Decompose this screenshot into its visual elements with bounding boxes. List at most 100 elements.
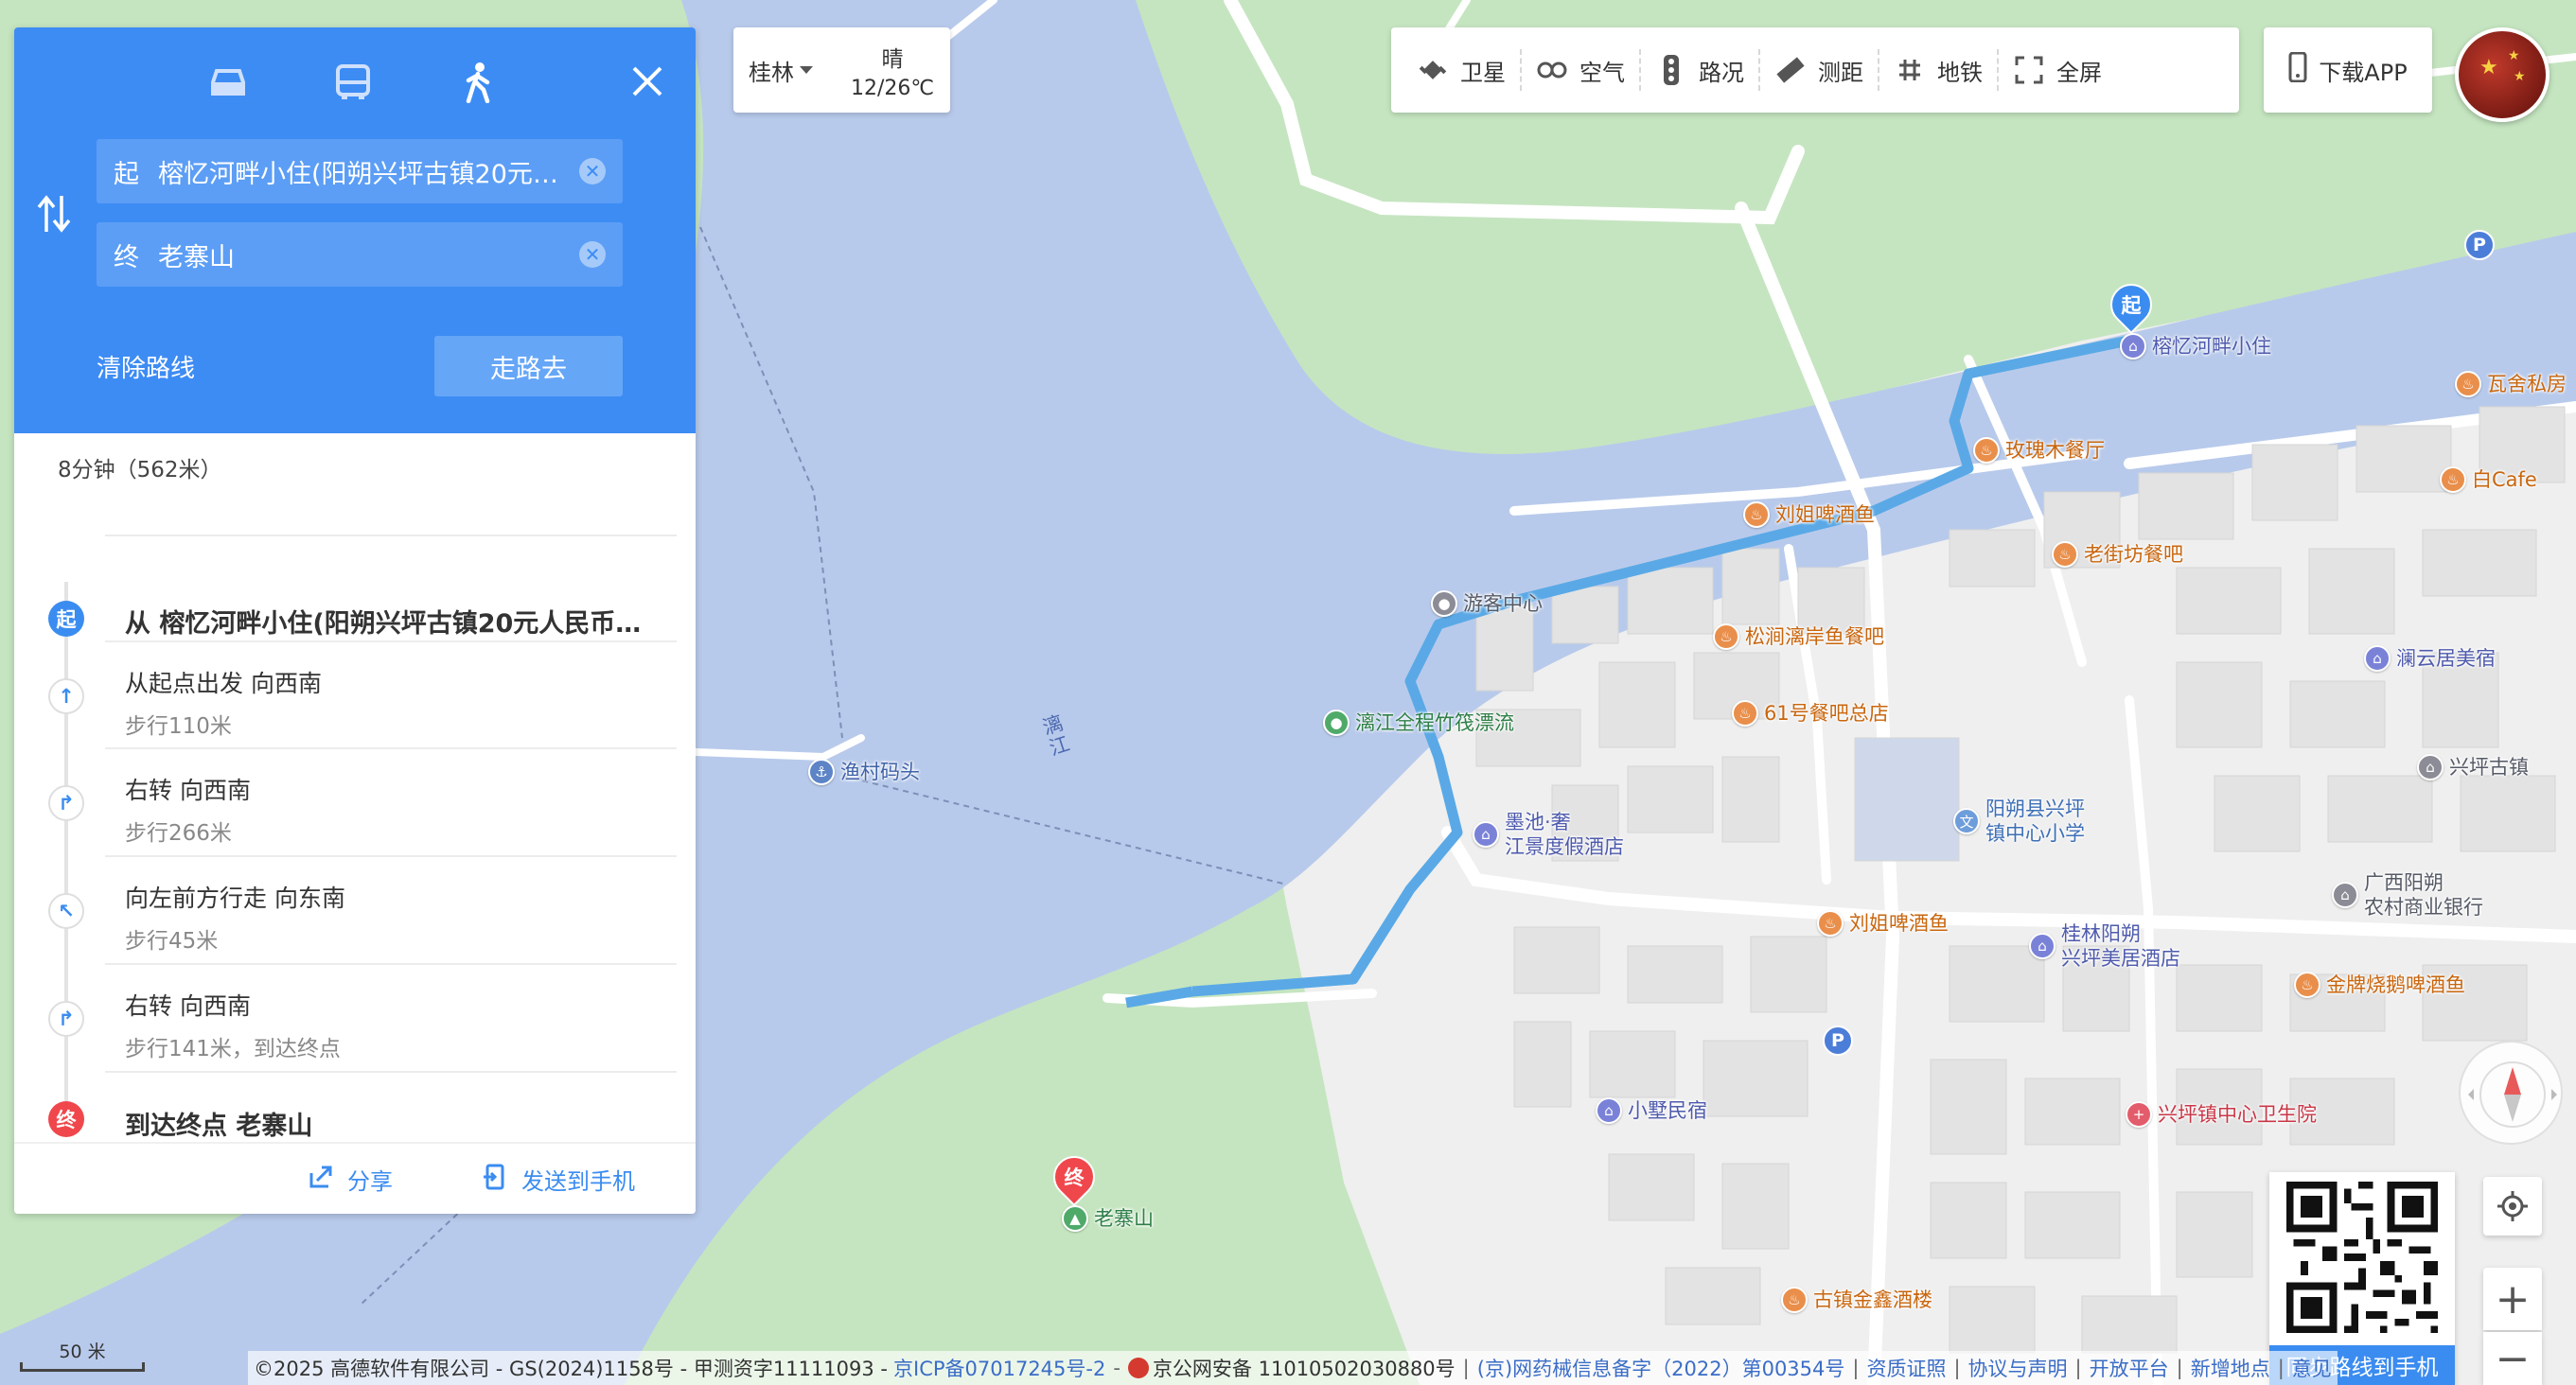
poi-label: 阳朔县兴坪 镇中心小学 xyxy=(1985,798,2085,845)
poi-label: 渔村码头 xyxy=(840,761,920,783)
step-distance: 步行45米 xyxy=(125,929,219,954)
hotel-icon: ⌂ xyxy=(1596,1097,1622,1124)
end-input[interactable]: 老寨山 xyxy=(158,237,564,273)
step-distance: 步行141米，到达终点 xyxy=(125,1037,341,1061)
footer-link[interactable]: 新增地点 xyxy=(2191,1354,2270,1382)
footer-link[interactable]: 协议与声明 xyxy=(1968,1354,2068,1382)
poi-songjian[interactable]: ♨ 松涧漓岸鱼餐吧 xyxy=(1713,623,1884,650)
share-label: 分享 xyxy=(347,1168,393,1195)
divider xyxy=(105,855,677,857)
divider xyxy=(105,640,677,642)
restaurant-icon: ♨ xyxy=(1713,623,1739,650)
satellite-button[interactable]: 卫星 xyxy=(1403,49,1522,91)
poi-central-school[interactable]: 文 阳朔县兴坪 镇中心小学 xyxy=(1953,797,2085,846)
end-prefix: 终 xyxy=(114,242,139,272)
poi-label: 游客中心 xyxy=(1463,592,1543,615)
poi-rose-wood[interactable]: ♨ 玫瑰木餐厅 xyxy=(1973,437,2105,464)
medical-link[interactable]: (京)网药械信息备字（2022）第00354号 xyxy=(1477,1354,1845,1382)
poi-liujie-1[interactable]: ♨ 刘姐啤酒鱼 xyxy=(1743,501,1875,528)
tab-bus[interactable] xyxy=(325,54,381,111)
poi-bai-cafe[interactable]: ♨ 白Cafe xyxy=(2440,466,2537,493)
air-button[interactable]: 空气 xyxy=(1522,49,1641,91)
separator: | xyxy=(2176,1357,2183,1379)
locate-button[interactable] xyxy=(2483,1177,2542,1236)
poi-lanyunju[interactable]: ⌂ 澜云居美宿 xyxy=(2364,645,2496,672)
police-link[interactable]: 京公网安备 11010502030880号 xyxy=(1153,1354,1456,1382)
poi-rural-bank[interactable]: ⌂ 广西阳朔 农村商业银行 xyxy=(2332,870,2483,920)
step-distance: 步行266米 xyxy=(125,821,232,846)
icp-link[interactable]: 京ICP备07017245号-2 xyxy=(893,1354,1105,1382)
fullscreen-button[interactable]: 全屏 xyxy=(1999,49,2116,91)
measure-button[interactable]: 测距 xyxy=(1760,49,1879,91)
turn-right-icon: ↱ xyxy=(48,1001,84,1037)
poi-health-center[interactable]: + 兴坪镇中心卫生院 xyxy=(2126,1101,2317,1128)
subway-icon xyxy=(1894,54,1926,86)
compass[interactable] xyxy=(2459,1041,2563,1145)
close-button[interactable] xyxy=(626,61,668,102)
end-field[interactable]: 终 老寨山 ✕ xyxy=(97,222,623,287)
poi-meiju-hotel[interactable]: ⌂ 桂林阳朔 兴坪美居酒店 xyxy=(2029,921,2180,971)
poi-xingping-oldtown[interactable]: ⌂ 兴坪古镇 xyxy=(2417,754,2529,780)
walk-go-button[interactable]: 走路去 xyxy=(434,336,623,396)
separator: | xyxy=(1953,1357,1961,1379)
subway-button[interactable]: 地铁 xyxy=(1879,49,1999,91)
swap-button[interactable] xyxy=(35,190,73,237)
route-start-marker[interactable]: 起 xyxy=(2101,274,2161,339)
parking-icon[interactable]: P xyxy=(1823,1026,1853,1056)
traffic-icon xyxy=(1655,54,1687,86)
chevron-down-icon[interactable] xyxy=(800,66,813,74)
weather-city[interactable]: 桂林 xyxy=(749,54,794,87)
send-to-phone-label: 发送到手机 xyxy=(521,1168,635,1195)
compass-icon xyxy=(2468,1061,2557,1128)
tool-label: 全屏 xyxy=(2056,59,2102,86)
poi-golden-goose[interactable]: ♨ 金牌烧鹅啤酒鱼 xyxy=(2294,972,2465,998)
clear-route-button[interactable]: 清除路线 xyxy=(97,349,195,384)
weather-info: 晴 12/26℃ xyxy=(851,41,934,100)
poi-washe[interactable]: ♨ 瓦舍私房 xyxy=(2455,371,2567,397)
poi-mochi-resort[interactable]: ⌂ 墨池·奢 江景度假酒店 xyxy=(1473,810,1624,859)
poi-label: 61号餐吧总店 xyxy=(1764,702,1889,725)
poi-fishing-wharf[interactable]: ⚓ 渔村码头 xyxy=(808,759,920,785)
travel-mode-tabs xyxy=(14,54,696,111)
download-app-button[interactable]: 下载APP xyxy=(2264,27,2432,113)
bear-left-icon: ↖ xyxy=(48,893,84,929)
car-icon xyxy=(211,69,245,96)
poi-bamboo-rafting[interactable]: ● 漓江全程竹筏漂流 xyxy=(1323,710,1514,736)
footer-link[interactable]: 开放平台 xyxy=(2090,1354,2169,1382)
tab-drive[interactable] xyxy=(200,54,256,111)
poi-61[interactable]: ♨ 61号餐吧总店 xyxy=(1732,700,1889,727)
poi-laojiefang[interactable]: ♨ 老街坊餐吧 xyxy=(2052,541,2183,568)
zoom-in-button[interactable]: + xyxy=(2483,1268,2542,1330)
restaurant-icon: ♨ xyxy=(1732,700,1758,727)
start-input[interactable]: 榕忆河畔小住(阳朔兴坪古镇20元人民币背景店) xyxy=(158,153,564,190)
parking-icon[interactable]: P xyxy=(2464,230,2495,260)
hotel-icon: ⌂ xyxy=(2364,645,2391,672)
start-field[interactable]: 起 榕忆河畔小住(阳朔兴坪古镇20元人民币背景店) ✕ xyxy=(97,139,623,203)
clear-start-icon[interactable]: ✕ xyxy=(579,158,606,184)
poi-label: 古镇金鑫酒楼 xyxy=(1813,1289,1932,1311)
divider xyxy=(105,747,677,749)
air-icon xyxy=(1536,54,1568,86)
share-button[interactable]: 分享 xyxy=(308,1163,393,1196)
poi-label: 兴坪镇中心卫生院 xyxy=(2158,1103,2317,1126)
footer-link[interactable]: 意见 xyxy=(2292,1354,2332,1382)
weather-widget[interactable]: 桂林 晴 12/26℃ xyxy=(733,27,950,113)
tab-walk[interactable] xyxy=(450,54,506,111)
fullscreen-icon xyxy=(2013,54,2045,86)
traffic-button[interactable]: 路况 xyxy=(1641,49,1760,91)
footer-link[interactable]: 资质证照 xyxy=(1866,1354,1946,1382)
clear-end-icon[interactable]: ✕ xyxy=(579,241,606,268)
avatar[interactable]: ★ ★ ★ xyxy=(2455,27,2550,122)
separator: | xyxy=(1852,1357,1860,1379)
poi-jinxin[interactable]: ♨ 古镇金鑫酒楼 xyxy=(1781,1287,1932,1313)
zoom-out-button[interactable]: − xyxy=(2483,1332,2542,1385)
poi-label: 刘姐啤酒鱼 xyxy=(1775,503,1875,526)
poi-label: 玫瑰木餐厅 xyxy=(2005,439,2105,462)
poi-liujie-2[interactable]: ♨ 刘姐啤酒鱼 xyxy=(1817,910,1949,937)
route-end-marker[interactable]: 终 xyxy=(1044,1147,1104,1211)
start-prefix: 起 xyxy=(114,159,139,189)
poi-xiaoshu[interactable]: ⌂ 小墅民宿 xyxy=(1596,1097,1707,1124)
poi-visitor-center[interactable]: ● 游客中心 xyxy=(1431,590,1543,617)
send-to-phone-button[interactable]: 发送到手机 xyxy=(482,1163,635,1196)
school-icon: 文 xyxy=(1953,808,1980,834)
